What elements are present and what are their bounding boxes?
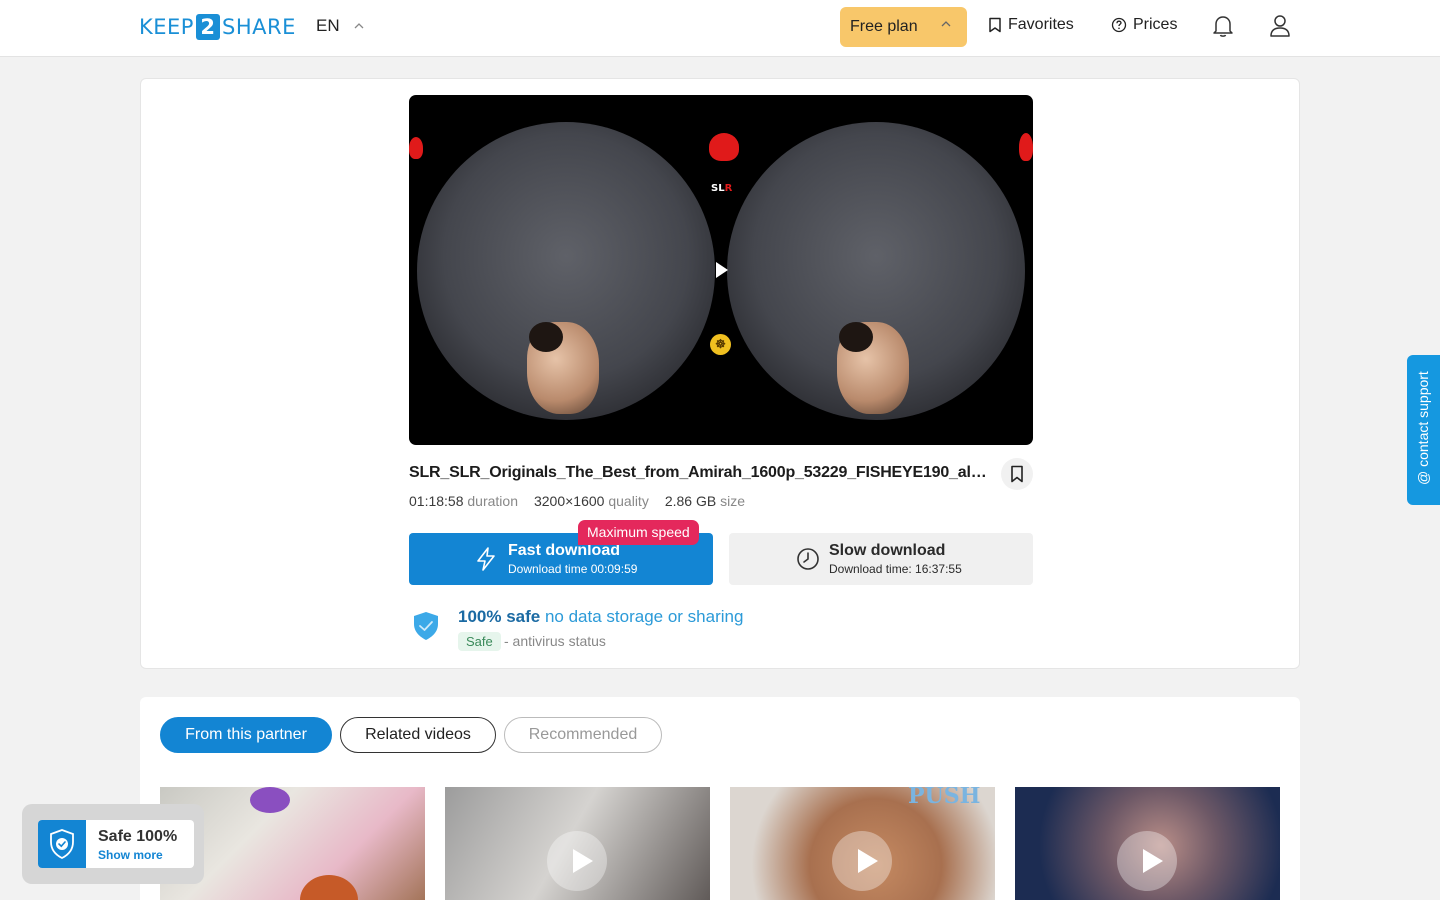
contact-support-tab[interactable]: @ contact support bbox=[1407, 355, 1440, 505]
tab-from-this-partner[interactable]: From this partner bbox=[160, 717, 332, 753]
slow-download-label: Slow download bbox=[829, 542, 946, 559]
left-fisheye-view bbox=[417, 122, 715, 420]
prices-label: Prices bbox=[1133, 16, 1178, 33]
file-meta: 01:18:58 duration 3200×1600 quality 2.86… bbox=[409, 493, 745, 509]
video-thumbnail[interactable]: PUSH bbox=[730, 787, 995, 900]
safe-widget-title: Safe 100% bbox=[98, 828, 178, 845]
contact-support-label: @ contact support bbox=[1415, 371, 1431, 485]
file-title: SLR_SLR_Originals_The_Best_from_Amirah_1… bbox=[409, 464, 994, 481]
safety-statement: 100% safe no data storage or sharing bbox=[458, 607, 744, 626]
notifications-bell-icon[interactable] bbox=[1212, 14, 1234, 38]
safe-widget-card: Safe 100% Show more bbox=[38, 820, 194, 868]
show-more-link[interactable]: Show more bbox=[98, 848, 163, 862]
antivirus-status-text: - antivirus status bbox=[504, 633, 606, 649]
video-player[interactable]: SLR ☸ bbox=[409, 95, 1033, 445]
file-card: SLR ☸ SLR_SLR_Originals_The_Best_from_Am… bbox=[140, 78, 1300, 669]
coin-icon: ☸ bbox=[710, 334, 731, 355]
shield-check-icon bbox=[414, 612, 438, 640]
video-thumbnail[interactable] bbox=[445, 787, 710, 900]
video-figure-hair bbox=[529, 322, 563, 352]
antivirus-safe-badge: Safe bbox=[458, 632, 501, 651]
tab-related-videos[interactable]: Related videos bbox=[340, 717, 496, 753]
thumbnail-logo: PUSH bbox=[908, 787, 981, 809]
fast-download-time: Download time 00:09:59 bbox=[508, 562, 638, 576]
slow-download-time: Download time: 16:37:55 bbox=[829, 562, 962, 576]
chevron-up-icon bbox=[941, 21, 951, 27]
quality-meta: 3200×1600 quality bbox=[533, 493, 649, 509]
thumbnail-object bbox=[300, 875, 358, 900]
prices-link[interactable]: Prices bbox=[1111, 16, 1177, 34]
top-header: KEEP 2 SHARE EN Free plan Favorites Prices bbox=[0, 0, 1440, 57]
related-content-card: From this partner Related videos Recomme… bbox=[140, 697, 1300, 900]
help-circle-icon bbox=[1111, 17, 1127, 33]
shield-check-icon bbox=[38, 820, 86, 868]
clock-icon bbox=[797, 548, 819, 570]
red-marker bbox=[409, 137, 423, 159]
slr-watermark: SLR bbox=[711, 183, 733, 194]
play-icon bbox=[573, 849, 593, 873]
right-fisheye-view bbox=[727, 122, 1025, 420]
slow-download-button[interactable]: Slow download Download time: 16:37:55 bbox=[729, 533, 1033, 585]
add-to-favorites-button[interactable] bbox=[1001, 458, 1033, 490]
video-figure-hair bbox=[839, 322, 873, 352]
bookmark-icon bbox=[989, 17, 1001, 33]
safe-widget[interactable]: Safe 100% Show more bbox=[22, 804, 204, 884]
size-meta: 2.86 GB size bbox=[664, 493, 745, 509]
language-label: EN bbox=[316, 16, 340, 35]
favorites-label: Favorites bbox=[1008, 16, 1074, 33]
logo-text-left: KEEP bbox=[139, 15, 194, 39]
maximum-speed-badge: Maximum speed bbox=[578, 520, 699, 545]
lightning-icon bbox=[477, 547, 495, 571]
chevron-up-icon bbox=[354, 23, 364, 29]
thumbnail-object bbox=[250, 787, 290, 813]
play-icon bbox=[1143, 849, 1163, 873]
tab-recommended[interactable]: Recommended bbox=[504, 717, 662, 753]
duration-meta: 01:18:58 duration bbox=[409, 493, 518, 509]
favorites-link[interactable]: Favorites bbox=[988, 16, 1074, 34]
bookmark-icon bbox=[1011, 465, 1023, 483]
logo-text-right: SHARE bbox=[221, 15, 296, 39]
free-plan-button[interactable]: Free plan bbox=[840, 7, 967, 47]
play-icon[interactable] bbox=[715, 261, 729, 279]
red-marker bbox=[709, 133, 739, 161]
logo-badge: 2 bbox=[195, 14, 220, 40]
keep2share-logo[interactable]: KEEP 2 SHARE bbox=[139, 14, 296, 40]
plan-label: Free plan bbox=[850, 18, 918, 35]
video-thumbnail[interactable] bbox=[1015, 787, 1280, 900]
language-selector[interactable]: EN bbox=[316, 16, 364, 36]
red-marker bbox=[1019, 133, 1033, 161]
user-account-icon[interactable] bbox=[1269, 14, 1291, 38]
play-icon bbox=[858, 849, 878, 873]
